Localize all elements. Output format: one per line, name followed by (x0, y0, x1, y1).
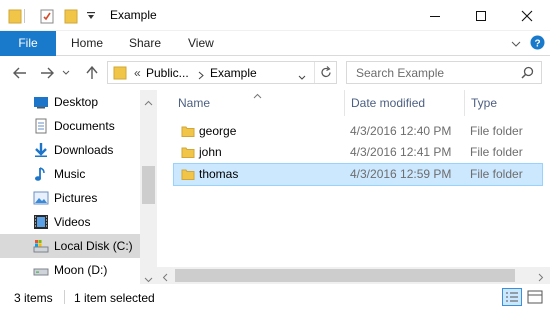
folder-icon (181, 167, 195, 184)
folder-icon (181, 124, 195, 141)
file-type: File folder (470, 145, 523, 159)
documents-icon (33, 118, 49, 134)
table-row[interactable]: john 4/3/2016 12:41 PM File folder (173, 142, 543, 163)
address-dropdown-icon[interactable] (298, 70, 306, 84)
forward-button[interactable] (37, 62, 57, 84)
new-folder-icon[interactable] (64, 8, 78, 27)
file-date: 4/3/2016 12:40 PM (350, 124, 452, 138)
close-icon (521, 10, 533, 21)
minimize-icon (430, 15, 440, 17)
file-name[interactable]: john (199, 145, 222, 159)
navigation-scrollbar[interactable] (140, 90, 157, 284)
local-disk-icon (33, 238, 49, 254)
address-bar[interactable]: « Public... Example (107, 61, 337, 84)
nav-item-music[interactable]: Music (0, 162, 140, 186)
expand-ribbon-icon[interactable] (511, 38, 521, 52)
status-bar: 3 items 1 item selected (0, 284, 550, 310)
large-icons-view-button[interactable] (526, 289, 544, 308)
title-bar: Example (0, 0, 550, 31)
search-placeholder: Search Example (356, 66, 445, 80)
search-input[interactable]: Search Example (346, 61, 542, 84)
breadcrumb-overflow[interactable]: « (134, 66, 141, 80)
refresh-icon[interactable] (320, 66, 332, 82)
customize-toolbar-icon[interactable] (86, 10, 96, 24)
table-row[interactable]: george 4/3/2016 12:40 PM File folder (173, 121, 543, 142)
breadcrumb-public[interactable]: Public... (146, 66, 189, 80)
chevron-down-icon (62, 70, 70, 75)
close-button[interactable] (504, 0, 550, 31)
scroll-left-icon[interactable] (162, 271, 168, 285)
separator (64, 290, 65, 304)
column-header-date-modified[interactable]: Date modified (351, 96, 425, 110)
details-view-button[interactable] (502, 288, 522, 306)
downloads-icon (33, 142, 49, 158)
nav-item-pictures[interactable]: Pictures (0, 186, 140, 210)
drive-icon (33, 262, 49, 278)
videos-icon (33, 214, 49, 230)
breadcrumb-chevron-icon[interactable] (198, 69, 204, 83)
pictures-icon (33, 190, 49, 206)
column-divider[interactable] (464, 90, 465, 116)
column-header-type[interactable]: Type (471, 96, 497, 110)
scroll-right-icon[interactable] (538, 271, 544, 285)
music-icon (33, 166, 49, 182)
file-date: 4/3/2016 12:59 PM (350, 167, 452, 181)
tab-home[interactable]: Home (71, 31, 103, 56)
navigation-pane: Desktop Documents Downloads Music Pictur… (0, 90, 157, 284)
large-icons-view-icon (527, 290, 543, 304)
folder-icon (181, 145, 195, 162)
properties-icon[interactable] (40, 8, 54, 27)
horizontal-scrollbar[interactable] (157, 267, 550, 284)
ribbon-tabs: File Home Share View ? (0, 31, 550, 56)
back-arrow-icon (13, 67, 26, 79)
desktop-icon (33, 94, 49, 110)
nav-item-videos[interactable]: Videos (0, 210, 140, 234)
file-date: 4/3/2016 12:41 PM (350, 145, 452, 159)
nav-item-documents[interactable]: Documents (0, 114, 140, 138)
forward-arrow-icon (41, 67, 54, 79)
scroll-thumb[interactable] (142, 166, 155, 204)
scroll-up-icon[interactable] (144, 95, 153, 109)
up-arrow-icon (86, 66, 98, 79)
separator (314, 62, 315, 83)
nav-item-desktop[interactable]: Desktop (0, 90, 140, 114)
nav-item-local-disk[interactable]: Local Disk (C:) (0, 234, 140, 258)
file-type: File folder (470, 124, 523, 138)
scroll-thumb[interactable] (175, 269, 515, 282)
back-button[interactable] (10, 62, 30, 84)
sort-ascending-icon (253, 88, 262, 102)
nav-item-downloads[interactable]: Downloads (0, 138, 140, 162)
folder-icon (8, 8, 22, 27)
svg-text:?: ? (534, 39, 540, 50)
recent-locations-button[interactable] (60, 62, 72, 84)
selection-count: 1 item selected (74, 291, 155, 305)
table-row[interactable]: thomas 4/3/2016 12:59 PM File folder (173, 163, 543, 186)
help-icon[interactable]: ? (530, 35, 545, 53)
breadcrumb-example[interactable]: Example (210, 66, 257, 80)
window-title: Example (110, 8, 157, 22)
column-header-name[interactable]: Name (178, 96, 210, 110)
file-name[interactable]: george (199, 124, 236, 138)
item-count: 3 items (14, 291, 53, 305)
tab-view[interactable]: View (188, 31, 214, 56)
tab-share[interactable]: Share (129, 31, 161, 56)
maximize-icon (476, 10, 486, 21)
nav-item-moon-drive[interactable]: Moon (D:) (0, 258, 140, 282)
separator (24, 9, 25, 23)
file-name[interactable]: thomas (199, 167, 238, 181)
column-divider[interactable] (344, 90, 345, 116)
file-type: File folder (470, 167, 523, 181)
tab-file[interactable]: File (0, 31, 56, 56)
details-view-icon (506, 292, 518, 302)
minimize-button[interactable] (412, 0, 458, 31)
search-icon (521, 66, 534, 82)
file-list: Name Date modified Type george 4/3/2016 … (157, 90, 550, 284)
maximize-button[interactable] (458, 0, 504, 31)
folder-icon (113, 65, 127, 83)
up-button[interactable] (82, 62, 102, 84)
